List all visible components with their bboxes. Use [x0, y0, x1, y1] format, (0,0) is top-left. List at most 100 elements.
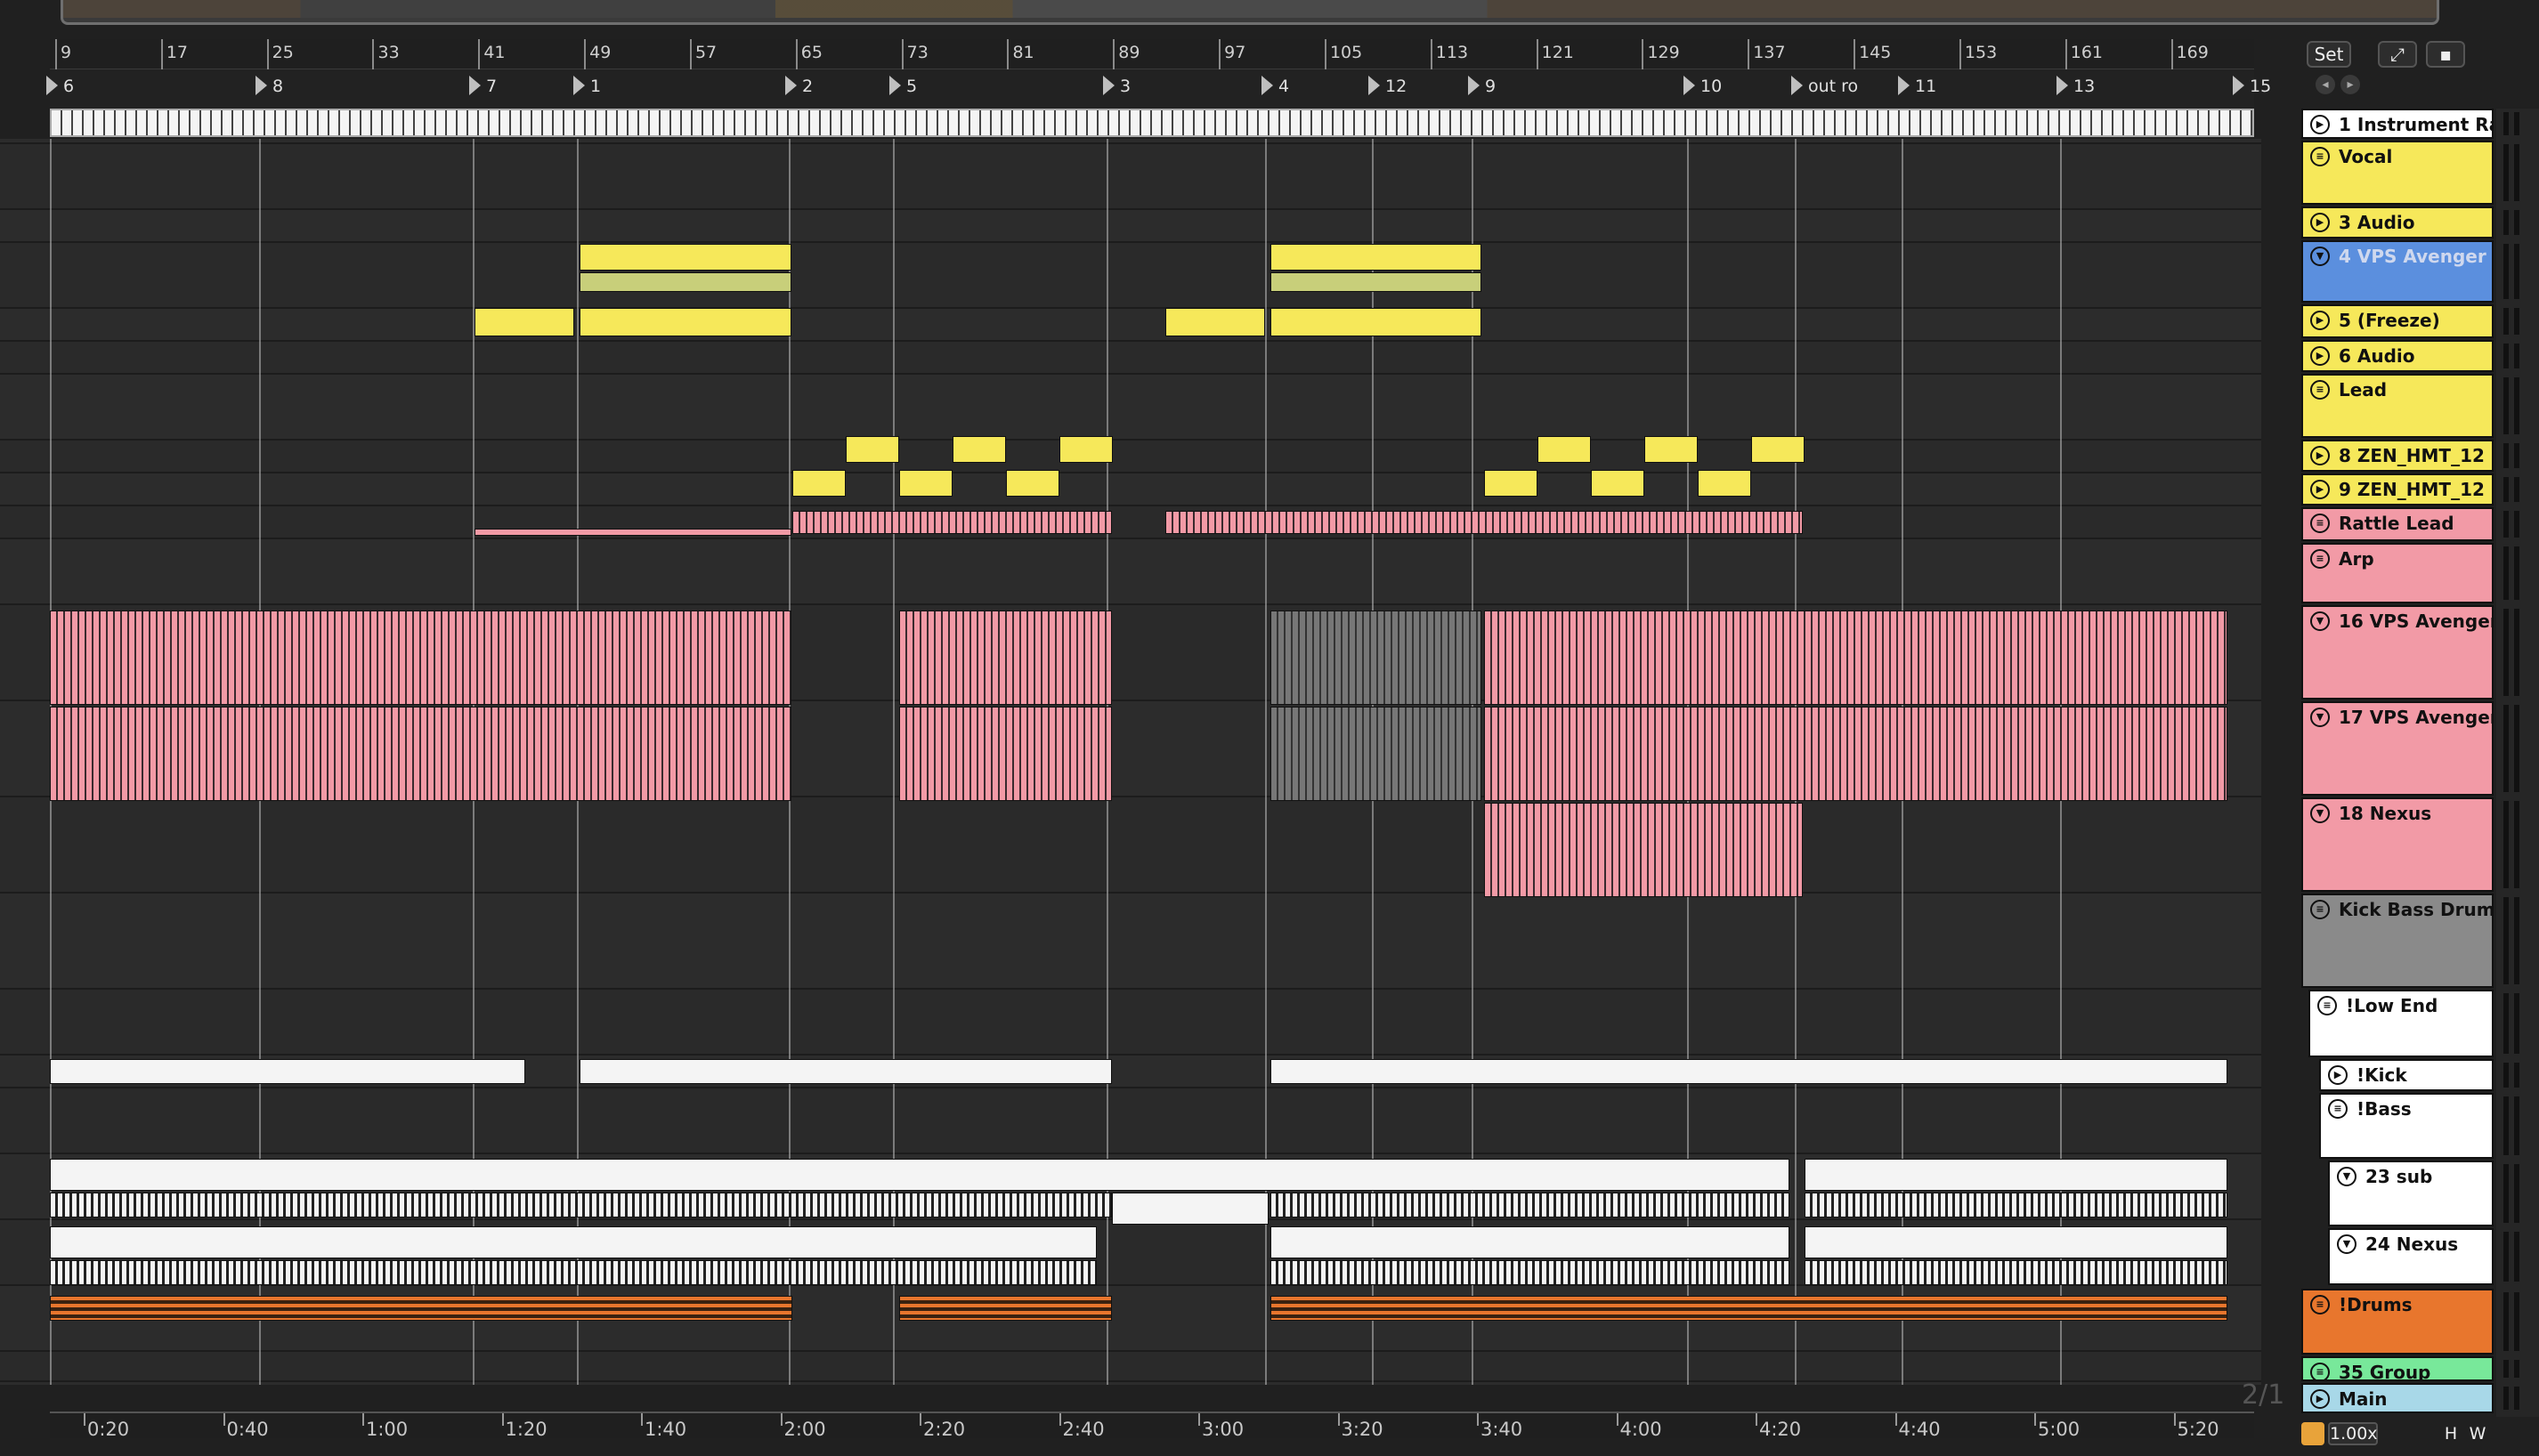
h-button[interactable]: H	[2439, 1422, 2462, 1445]
track-lane[interactable]	[0, 797, 2261, 894]
fold-icon[interactable]: ▼	[2310, 708, 2330, 727]
fold-icon[interactable]: ▼	[2337, 1234, 2356, 1254]
locator-marker[interactable]: 15	[2233, 76, 2271, 96]
nexus-bass-clip[interactable]	[1270, 1226, 1789, 1258]
track-header-35-group[interactable]: ≡ 35 Group	[2301, 1356, 2494, 1381]
group-icon[interactable]: ≡	[2317, 996, 2337, 1015]
track-lane[interactable]	[0, 1088, 2261, 1154]
play-icon[interactable]: ▶	[2328, 1065, 2348, 1085]
track-header-bass[interactable]: ≡ !Bass	[2319, 1093, 2494, 1159]
track-header-17-vps-avenger[interactable]: ▼ 17 VPS Avenger	[2301, 701, 2494, 796]
locator-marker[interactable]: 11	[1898, 76, 1936, 96]
sub-clip[interactable]	[1112, 1193, 1269, 1225]
freeze-clip[interactable]	[580, 308, 791, 336]
set-button[interactable]: Set	[2307, 41, 2351, 68]
group-icon[interactable]: ≡	[2328, 1099, 2348, 1119]
freeze-clip[interactable]	[1165, 308, 1265, 336]
track-lane[interactable]	[0, 144, 2261, 210]
locator-row[interactable]: 6 8 7 1 2 5 3 4 12 9 10 out ro 11 13 15	[50, 69, 2271, 109]
track-header-16-vps-avenger[interactable]: ▼ 16 VPS Avenger	[2301, 605, 2494, 700]
track-lane[interactable]	[0, 894, 2261, 990]
lead-clip[interactable]	[1751, 436, 1805, 463]
group-icon[interactable]: ≡	[2310, 514, 2330, 533]
rattle-clip[interactable]	[792, 511, 1112, 534]
overview-strip[interactable]	[61, 0, 2439, 25]
locator-marker[interactable]: out ro	[1791, 76, 1858, 96]
fold-icon[interactable]: ▼	[2310, 804, 2330, 823]
kick-clip[interactable]	[1270, 1059, 2227, 1084]
track-header-vocal[interactable]: ≡ Vocal	[2301, 141, 2494, 205]
arp-clip[interactable]	[1484, 611, 2227, 705]
play-icon[interactable]: ▶	[2310, 346, 2330, 366]
bass-clip[interactable]	[50, 1159, 1789, 1191]
track-header-drums[interactable]: ≡ !Drums	[2301, 1289, 2494, 1355]
lead-clip[interactable]	[792, 470, 846, 497]
arp-clip[interactable]	[1484, 707, 2227, 801]
waveform-icon[interactable]	[2301, 1422, 2324, 1445]
group-icon[interactable]: ≡	[2310, 900, 2330, 919]
track-header-low-end[interactable]: ≡ !Low End	[2308, 990, 2494, 1057]
group-icon[interactable]: ≡	[2310, 1363, 2330, 1379]
group-icon[interactable]: ≡	[2310, 380, 2330, 400]
nexus-clip[interactable]	[1484, 803, 1803, 897]
arrangement-lanes[interactable]	[0, 139, 2261, 1385]
track-lane[interactable]	[0, 506, 2261, 539]
group-icon[interactable]: ≡	[2310, 1295, 2330, 1314]
track-header-1-instrument-ra[interactable]: ▶ 1 Instrument Ra	[2301, 109, 2494, 139]
lock-icon[interactable]: ▪	[2426, 41, 2465, 68]
freeze-clip[interactable]	[475, 308, 574, 336]
lead-clip[interactable]	[1006, 470, 1059, 497]
drums-clip[interactable]	[899, 1296, 1112, 1321]
nexus-bass-clip[interactable]	[1805, 1260, 2227, 1285]
track-header-rattle-lead[interactable]: ≡ Rattle Lead	[2301, 507, 2494, 541]
nexus-bass-clip[interactable]	[50, 1226, 1097, 1258]
fold-icon[interactable]: ▼	[2310, 611, 2330, 631]
arp-clip[interactable]	[899, 707, 1112, 801]
fold-icon[interactable]: ▼	[2337, 1167, 2356, 1186]
track-header-23-sub[interactable]: ▼ 23 sub	[2328, 1161, 2494, 1226]
track-lane[interactable]	[0, 342, 2261, 375]
freeze-clip[interactable]	[1270, 308, 1481, 336]
locator-marker[interactable]: 4	[1261, 76, 1289, 96]
track-header-arp[interactable]: ≡ Arp	[2301, 543, 2494, 603]
track-header-9-zen-hmt-12[interactable]: ▶ 9 ZEN_HMT_12	[2301, 473, 2494, 506]
locator-marker[interactable]: 1	[573, 76, 601, 96]
locator-marker[interactable]: 2	[785, 76, 813, 96]
play-icon[interactable]: ▶	[2310, 213, 2330, 232]
lead-clip[interactable]	[1059, 436, 1113, 463]
rattle-clip[interactable]	[1165, 511, 1803, 534]
sub-clip[interactable]	[50, 1193, 1112, 1217]
drums-clip[interactable]	[50, 1296, 792, 1321]
lead-clip[interactable]	[1484, 470, 1537, 497]
track-header-3-audio[interactable]: ▶ 3 Audio	[2301, 206, 2494, 239]
track-lane[interactable]	[0, 1382, 2261, 1385]
kick-clip[interactable]	[50, 1059, 525, 1084]
locator-marker[interactable]: 13	[2056, 76, 2095, 96]
locator-marker[interactable]: 3	[1103, 76, 1131, 96]
nexus-bass-clip[interactable]	[1805, 1226, 2227, 1258]
track-lane[interactable]	[0, 243, 2261, 309]
loop-strip[interactable]	[50, 109, 2254, 137]
sub-clip[interactable]	[1805, 1193, 2227, 1217]
locator-marker[interactable]: 6	[46, 76, 74, 96]
vocal-clip[interactable]	[580, 244, 791, 271]
track-header-lead[interactable]: ≡ Lead	[2301, 374, 2494, 438]
kick-clip[interactable]	[580, 1059, 1112, 1084]
vocal-clip[interactable]	[1270, 272, 1481, 292]
track-lane[interactable]	[0, 441, 2261, 473]
track-header-6-audio[interactable]: ▶ 6 Audio	[2301, 340, 2494, 372]
group-icon[interactable]: ≡	[2310, 147, 2330, 166]
lead-clip[interactable]	[1537, 436, 1591, 463]
lead-clip[interactable]	[1591, 470, 1644, 497]
play-icon[interactable]: ▶	[2310, 311, 2330, 330]
track-header-5-freeze[interactable]: ▶ 5 (Freeze)	[2301, 304, 2494, 338]
locator-marker[interactable]: 10	[1683, 76, 1722, 96]
arp-clip[interactable]	[1270, 611, 1481, 705]
lead-clip[interactable]	[846, 436, 899, 463]
track-lane[interactable]	[0, 473, 2261, 506]
play-icon[interactable]: ▶	[2310, 115, 2330, 134]
track-lane[interactable]	[0, 1352, 2261, 1382]
track-lane[interactable]	[0, 375, 2261, 441]
zoom-display[interactable]: 1.00x	[2328, 1422, 2378, 1445]
track-lane[interactable]	[0, 210, 2261, 243]
